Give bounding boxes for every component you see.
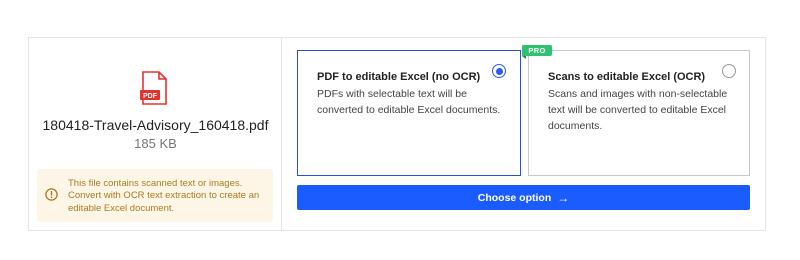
choose-option-button[interactable]: Choose option → [297,185,750,210]
radio-unselected[interactable] [722,64,736,78]
pro-badge: PRO [522,45,552,56]
warning-text: This file contains scanned text or image… [68,178,260,214]
radio-selected[interactable] [492,64,506,78]
arrow-right-icon: → [557,190,570,205]
file-name: 180418-Travel-Advisory_160418.pdf [42,117,269,133]
ocr-warning-notice: This file contains scanned text or image… [37,169,273,222]
option-scans-to-excel-ocr[interactable]: PRO Scans to editable Excel (OCR) Scans … [522,45,750,176]
pdf-icon-label: PDF [143,93,158,100]
choose-option-label: Choose option [477,191,552,204]
option-title: Scans to editable Excel (OCR) [548,71,706,83]
file-size: 185 KB [134,136,177,151]
option-pdf-to-excel-no-ocr[interactable]: PDF to editable Excel (no OCR) PDFs with… [297,50,521,176]
file-info-panel: PDF 180418-Travel-Advisory_160418.pdf 18… [29,38,282,230]
pdf-file-icon: PDF [140,71,167,105]
option-description: PDFs with selectable text will be conver… [317,88,501,116]
exclamation-circle-icon [45,188,58,201]
option-description: Scans and images with non-selectable tex… [548,88,728,132]
radio-dot [495,67,503,75]
conversion-panel: PDF 180418-Travel-Advisory_160418.pdf 18… [28,37,766,231]
pro-badge-fold [522,56,526,59]
option-title: PDF to editable Excel (no OCR) [317,71,481,83]
